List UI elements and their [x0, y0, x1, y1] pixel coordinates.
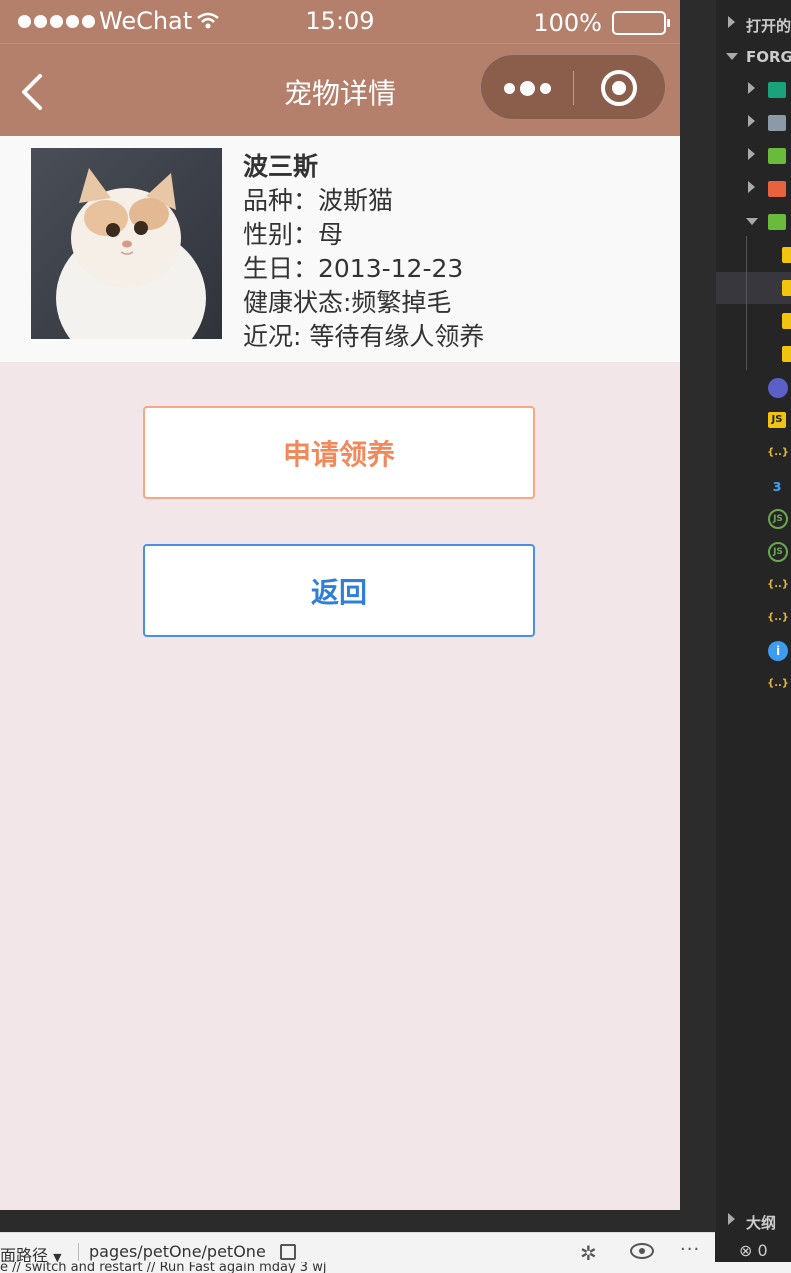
tree-file[interactable] — [716, 305, 791, 337]
folder-icon — [768, 181, 786, 197]
tree-file[interactable] — [716, 371, 791, 403]
tree-file-selected[interactable] — [716, 272, 791, 304]
tree-folder-open[interactable] — [716, 206, 791, 238]
chevron-right-icon — [748, 115, 755, 127]
close-miniprogram-icon[interactable] — [601, 70, 637, 106]
pet-gender: 性别：母 — [243, 220, 344, 249]
nav-bar: 宠物详情 — [0, 43, 680, 136]
folder-icon — [768, 82, 786, 98]
tree-folder[interactable] — [716, 140, 791, 172]
tree-folder[interactable] — [716, 74, 791, 106]
css-file-icon: ɜ — [772, 478, 782, 494]
folder-icon — [768, 115, 786, 131]
tree-file[interactable] — [716, 338, 791, 370]
error-count[interactable]: ⊗ 0 — [739, 1241, 768, 1260]
battery-percent: 100% — [533, 9, 602, 37]
pet-birthday: 生日：2013-12-23 — [243, 254, 464, 283]
capsule-menu — [480, 54, 666, 120]
clipped-console-line: e // switch and restart // Run Fast agai… — [0, 1262, 791, 1273]
chevron-right-icon — [728, 16, 735, 28]
explorer-project[interactable]: FORGU — [716, 41, 791, 73]
tree-file[interactable] — [716, 239, 791, 271]
tree-file[interactable]: i — [716, 635, 791, 667]
chevron-down-icon — [726, 53, 738, 60]
js-file-icon — [782, 280, 791, 296]
folder-open-icon — [768, 214, 786, 230]
ide-explorer: 打开的 FORGU — [680, 0, 791, 1232]
status-bar: WeChat 15:09 100% — [0, 0, 680, 43]
page-path: pages/petOne/petOne — [89, 1242, 266, 1261]
pet-status: 近况: 等待有缘人领养 — [243, 322, 485, 351]
json-file-icon: {..} — [767, 612, 789, 623]
tree-file[interactable]: {..} — [716, 569, 791, 601]
pet-breed: 品种：波斯猫 — [243, 186, 394, 215]
chevron-down-icon — [746, 218, 758, 225]
json-file-icon: {..} — [767, 579, 789, 590]
folder-icon — [768, 148, 786, 164]
js-file-icon — [782, 313, 791, 329]
tree-file[interactable]: JS — [716, 404, 791, 436]
back-button[interactable]: 返回 — [143, 544, 535, 637]
tree-file[interactable]: {..} — [716, 602, 791, 634]
adopt-button[interactable]: 申请领养 — [143, 406, 535, 499]
node-file-icon: JS — [768, 542, 788, 562]
tree-folder[interactable] — [716, 173, 791, 205]
more-options-icon[interactable]: ··· — [680, 1239, 700, 1260]
pet-health: 健康状态:频繁掉毛 — [243, 288, 452, 317]
js-file-icon — [782, 346, 791, 362]
chevron-right-icon — [748, 148, 755, 160]
pet-card: 波三斯 品种：波斯猫 性别：母 生日：2013-12-23 健康状态:频繁掉毛 … — [0, 136, 680, 362]
info-file-icon: i — [768, 641, 788, 661]
tree-file[interactable]: JS — [716, 536, 791, 568]
explorer-open-editors[interactable]: 打开的 — [716, 8, 791, 40]
pet-photo — [31, 148, 222, 339]
pet-name: 波三斯 — [243, 152, 319, 181]
pet-info: 波三斯 品种：波斯猫 性别：母 生日：2013-12-23 健康状态:频繁掉毛 … — [243, 150, 484, 354]
tree-file[interactable]: {..} — [716, 437, 791, 469]
preview-eye-icon[interactable] — [630, 1243, 654, 1259]
tree-folder[interactable] — [716, 107, 791, 139]
config-file-icon — [768, 378, 788, 398]
js-file-icon — [782, 247, 791, 263]
battery-icon — [612, 11, 670, 35]
more-icon[interactable] — [481, 55, 573, 121]
tree-file[interactable]: ɜ — [716, 470, 791, 502]
simulator: WeChat 15:09 100% 宠物详情 波三斯 品种：波斯猫 性别：母 生… — [0, 0, 680, 1210]
tree-file[interactable]: {..} — [716, 668, 791, 700]
chevron-right-icon — [748, 181, 755, 193]
tree-file[interactable]: JS — [716, 503, 791, 535]
node-file-icon: JS — [768, 509, 788, 529]
js-file-icon: JS — [768, 412, 786, 428]
chevron-right-icon — [728, 1213, 735, 1225]
chevron-right-icon — [748, 82, 755, 94]
copy-icon[interactable] — [280, 1244, 296, 1260]
json-file-icon: {..} — [767, 447, 789, 458]
json-file-icon: {..} — [767, 678, 789, 689]
